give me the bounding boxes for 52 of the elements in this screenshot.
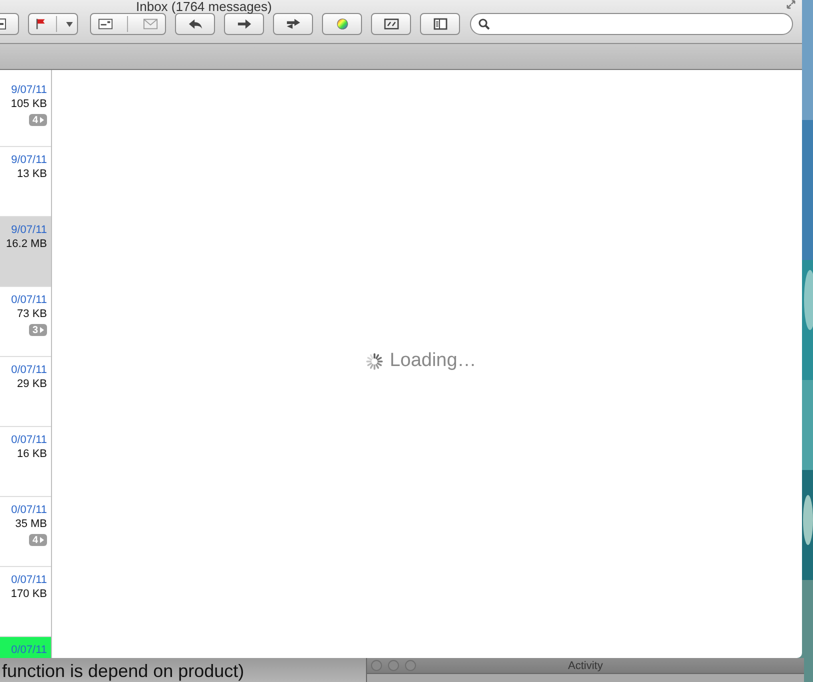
loading-text: Loading… — [390, 350, 476, 372]
message-size: 13 KB — [17, 167, 47, 182]
window-title: Activity — [568, 660, 603, 672]
double-arrow-icon — [286, 18, 300, 30]
message-row[interactable]: 0/07/11 16 KB — [0, 427, 51, 497]
note-icon — [98, 18, 114, 30]
redirect-button[interactable] — [273, 13, 313, 35]
triangle-icon — [40, 327, 44, 333]
triangle-icon — [40, 537, 44, 543]
message-date: 9/07/11 — [11, 83, 47, 97]
message-size: 16.2 MB — [6, 237, 47, 252]
document-text: function is depend on product) — [2, 661, 244, 681]
message-size: 73 KB — [17, 307, 47, 322]
reply-arrow-icon — [188, 18, 202, 30]
triangle-icon — [40, 117, 44, 123]
message-size: 170 KB — [10, 587, 47, 602]
message-buttons[interactable] — [90, 13, 166, 35]
spinner-icon — [366, 352, 383, 370]
message-date: 9/07/11 — [11, 153, 47, 167]
message-size: 105 KB — [10, 97, 47, 112]
search-field[interactable] — [470, 13, 793, 35]
message-row[interactable]: 0/07/11 73 KB 3 — [0, 287, 51, 357]
message-date: 9/07/11 — [11, 223, 47, 237]
message-date: 0/07/11 — [11, 363, 47, 377]
message-date: 0/07/11 — [11, 643, 47, 657]
message-row[interactable]: 9/07/11 105 KB 4 — [0, 77, 51, 147]
message-size: 35 MB — [15, 517, 47, 532]
color-wheel-icon — [334, 18, 350, 30]
picture-frame-icon — [384, 18, 398, 30]
envelope-icon — [142, 18, 158, 30]
fullscreen-icon[interactable] — [786, 0, 796, 9]
message-date: 0/07/11 — [11, 573, 47, 587]
message-date: 0/07/11 — [11, 433, 47, 447]
message-size: 16 KB — [17, 447, 47, 462]
window-title: Inbox (1764 messages) — [136, 0, 272, 14]
photo-browser-button[interactable] — [371, 13, 411, 35]
arrow-right-icon — [236, 18, 252, 30]
caret-icon — [66, 22, 73, 26]
sidebar-panel-icon — [432, 18, 448, 30]
search-icon — [478, 18, 490, 30]
message-row[interactable]: 0/07/11 29 KB — [0, 357, 51, 427]
reply-button[interactable] — [175, 13, 215, 35]
message-date: 0/07/11 — [11, 503, 47, 517]
flag-button[interactable] — [28, 13, 78, 35]
layout-button[interactable] — [420, 13, 460, 35]
forward-button[interactable] — [224, 13, 264, 35]
message-row[interactable]: 0/07/11 — [0, 637, 51, 658]
message-size: 29 KB — [17, 377, 47, 392]
colors-button[interactable] — [322, 13, 362, 35]
message-date: 0/07/11 — [11, 293, 47, 307]
message-row[interactable]: 0/07/11 35 MB 4 — [0, 497, 51, 567]
message-row[interactable]: 9/07/11 16.2 MB — [0, 217, 51, 287]
